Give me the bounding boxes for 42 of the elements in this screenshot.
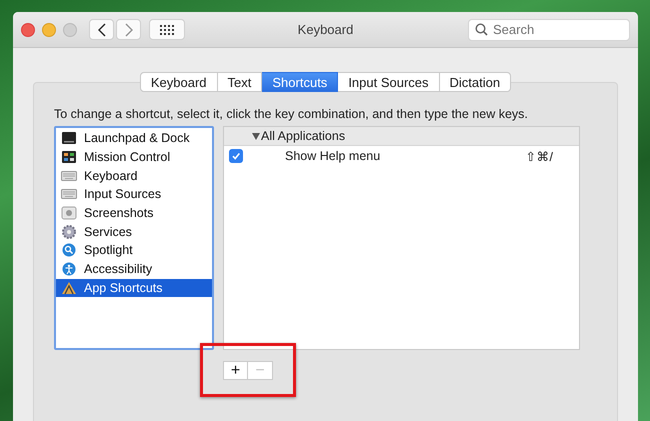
instruction-text: To change a shortcut, select it, click the key combination, and then type the new keys. [54, 107, 529, 121]
add-button[interactable]: + [223, 361, 248, 380]
category-item[interactable]: App Shortcuts [56, 278, 212, 298]
grid-icon [160, 24, 174, 34]
key-combination[interactable]: ⇧⌘/ [526, 148, 553, 164]
search-input[interactable]: Search [493, 22, 613, 37]
magnifier-icon [61, 243, 77, 258]
category-item[interactable]: Accessibility [56, 260, 212, 278]
tab[interactable]: Dictation [440, 72, 512, 92]
tab[interactable]: Input Sources [338, 72, 440, 92]
category-item[interactable]: Input Sources [56, 185, 212, 204]
search-icon [475, 23, 488, 36]
chevron-left-icon [98, 22, 106, 36]
gear-icon [61, 224, 77, 239]
tab[interactable]: Keyboard [140, 72, 218, 92]
category-item[interactable]: Launchpad & Dock [56, 129, 212, 148]
group-row[interactable]: All Applications [224, 127, 579, 146]
tab[interactable]: Shortcuts [262, 72, 338, 92]
keyboard-icon [61, 187, 77, 202]
category-item[interactable]: Mission Control [56, 148, 212, 166]
group-label: All Applications [261, 129, 346, 143]
accessibility-icon [61, 262, 77, 276]
checkmark-icon [231, 151, 241, 161]
app-icon [61, 280, 77, 295]
show-all-button[interactable] [149, 19, 185, 40]
keyboard-icon [61, 168, 77, 183]
checkbox[interactable] [229, 149, 243, 163]
close-button[interactable] [21, 22, 35, 36]
tab[interactable]: Text [218, 72, 262, 92]
monitor-icon [61, 131, 77, 146]
category-item[interactable]: Services [56, 222, 212, 242]
category-item[interactable]: Spotlight [56, 241, 212, 260]
search-field[interactable]: Search [468, 18, 630, 40]
monitor-icon [61, 150, 77, 164]
chevron-right-icon [124, 22, 132, 36]
back-button[interactable] [89, 19, 114, 40]
camera-icon [61, 206, 77, 220]
category-item[interactable]: Screenshots [56, 204, 212, 222]
category-item[interactable]: Keyboard [56, 166, 212, 186]
disclosure-triangle-icon[interactable] [252, 132, 260, 140]
window-title: Keyboard [298, 22, 354, 37]
shortcut-name: Show Help menu [285, 149, 380, 163]
